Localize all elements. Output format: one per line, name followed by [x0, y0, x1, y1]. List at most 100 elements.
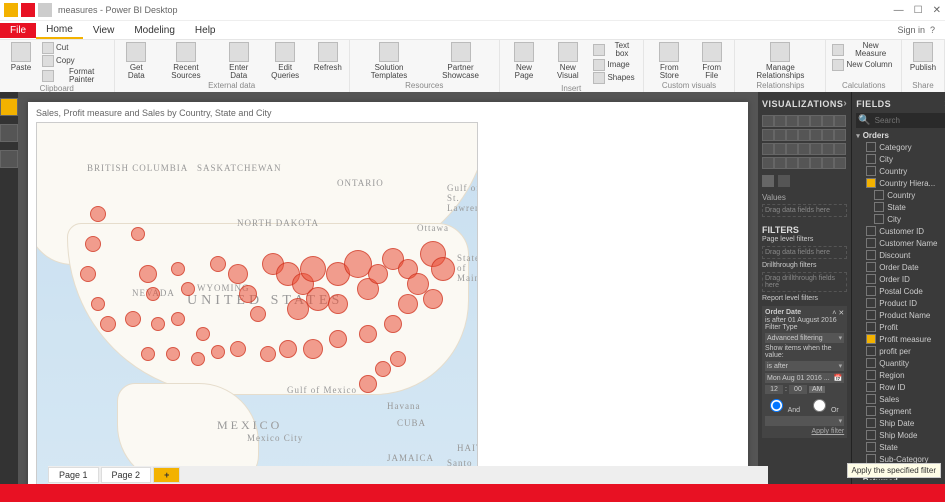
- visual-type-icon[interactable]: [834, 115, 846, 127]
- fields-search[interactable]: 🔍: [856, 113, 945, 128]
- map-bubble[interactable]: [211, 345, 225, 359]
- quick-access-toolbar[interactable]: [4, 3, 52, 17]
- filter-minute-input[interactable]: [789, 385, 807, 394]
- map-bubble[interactable]: [166, 347, 180, 361]
- filter-date-input[interactable]: Mon Aug 01 2016 ...📅: [765, 373, 844, 383]
- visual-type-icon[interactable]: [786, 129, 798, 141]
- map-visual[interactable]: BRITISH COLUMBIA SASKATCHEWAN ONTARIO Ot…: [36, 122, 478, 502]
- model-view-icon[interactable]: [0, 150, 18, 168]
- new-page-button[interactable]: New Page: [506, 42, 542, 80]
- visual-type-icon[interactable]: [822, 129, 834, 141]
- solution-templates-button[interactable]: Solution Templates: [356, 42, 423, 80]
- field-column[interactable]: Row ID: [856, 381, 945, 393]
- map-bubble[interactable]: [80, 266, 96, 282]
- map-bubble[interactable]: [384, 315, 402, 333]
- map-bubble[interactable]: [100, 316, 116, 332]
- map-bubble[interactable]: [390, 351, 406, 367]
- field-column[interactable]: profit per: [856, 345, 945, 357]
- filter-op-select[interactable]: is after▾: [765, 361, 844, 371]
- or-radio[interactable]: Or: [808, 396, 839, 414]
- report-view-icon[interactable]: [0, 98, 18, 116]
- map-bubble[interactable]: [328, 294, 348, 314]
- filter-op2-select[interactable]: ▾: [765, 416, 844, 426]
- visual-type-icon[interactable]: [786, 157, 798, 169]
- field-column[interactable]: Country: [856, 165, 945, 177]
- map-bubble[interactable]: [375, 361, 391, 377]
- add-page-button[interactable]: +: [153, 467, 180, 483]
- visual-type-icon[interactable]: [774, 143, 786, 155]
- map-bubble[interactable]: [260, 346, 276, 362]
- from-store-button[interactable]: From Store: [650, 42, 689, 80]
- visual-type-icon[interactable]: [834, 129, 846, 141]
- map-bubble[interactable]: [146, 287, 160, 301]
- field-column[interactable]: Segment: [856, 405, 945, 417]
- map-bubble[interactable]: [90, 206, 106, 222]
- visual-type-icon[interactable]: [762, 115, 774, 127]
- field-table[interactable]: Orders: [856, 130, 945, 141]
- field-column[interactable]: State: [856, 441, 945, 453]
- visual-type-icon[interactable]: [810, 143, 822, 155]
- maximize-icon[interactable]: ☐: [914, 5, 923, 16]
- enter-data-button[interactable]: Enter Data: [220, 42, 258, 80]
- manage-relationships-button[interactable]: Manage Relationships: [741, 42, 819, 80]
- visual-type-icon[interactable]: [798, 115, 810, 127]
- page-filters-dropzone[interactable]: Drag data fields here: [762, 246, 847, 259]
- field-column[interactable]: Country: [856, 189, 945, 201]
- map-bubble[interactable]: [329, 330, 347, 348]
- map-bubble[interactable]: [151, 317, 165, 331]
- visual-type-icon[interactable]: [810, 129, 822, 141]
- map-bubble[interactable]: [230, 341, 246, 357]
- map-bubble[interactable]: [131, 227, 145, 241]
- close-icon[interactable]: ✕: [933, 5, 941, 16]
- field-column[interactable]: Customer ID: [856, 225, 945, 237]
- report-canvas[interactable]: Sales, Profit measure and Sales by Count…: [18, 92, 758, 484]
- values-dropzone[interactable]: Drag data fields here: [762, 204, 847, 217]
- format-tab-icon[interactable]: [778, 175, 790, 187]
- apply-filter-link[interactable]: Apply filter: [765, 428, 844, 435]
- filter-hour-input[interactable]: [765, 385, 783, 394]
- paste-button[interactable]: Paste: [6, 42, 36, 72]
- new-measure-button[interactable]: New Measure: [832, 42, 895, 58]
- data-view-icon[interactable]: [0, 124, 18, 142]
- text-box-button[interactable]: Text box: [593, 42, 636, 58]
- map-bubble[interactable]: [181, 282, 195, 296]
- from-file-button[interactable]: From File: [695, 42, 728, 80]
- format-painter-button[interactable]: Format Painter: [42, 68, 108, 84]
- fields-tab-icon[interactable]: [762, 175, 774, 187]
- filter-type-select[interactable]: Advanced filtering▾: [765, 333, 844, 343]
- visual-type-icon[interactable]: [762, 129, 774, 141]
- visual-type-icon[interactable]: [810, 157, 822, 169]
- visual-type-icon[interactable]: [786, 115, 798, 127]
- map-bubble[interactable]: [359, 325, 377, 343]
- map-bubble[interactable]: [431, 257, 455, 281]
- visual-type-icon[interactable]: [798, 157, 810, 169]
- new-visual-button[interactable]: New Visual: [548, 42, 587, 80]
- visual-type-icon[interactable]: [822, 115, 834, 127]
- field-column[interactable]: Order ID: [856, 273, 945, 285]
- field-column[interactable]: Customer Name: [856, 237, 945, 249]
- field-column[interactable]: Ship Mode: [856, 429, 945, 441]
- map-bubble[interactable]: [423, 289, 443, 309]
- map-bubble[interactable]: [191, 352, 205, 366]
- map-bubble[interactable]: [279, 340, 297, 358]
- field-column[interactable]: Product ID: [856, 297, 945, 309]
- field-column[interactable]: Profit measure: [856, 333, 945, 345]
- field-column[interactable]: Quantity: [856, 357, 945, 369]
- map-bubble[interactable]: [210, 256, 226, 272]
- shapes-button[interactable]: Shapes: [593, 72, 636, 84]
- drill-filters-dropzone[interactable]: Drag drillthrough fields here: [762, 272, 847, 292]
- partner-showcase-button[interactable]: Partner Showcase: [428, 42, 492, 80]
- visual-type-icon[interactable]: [774, 115, 786, 127]
- map-bubble[interactable]: [239, 285, 257, 303]
- field-column[interactable]: Region: [856, 369, 945, 381]
- and-radio[interactable]: And: [765, 396, 800, 414]
- visual-type-icon[interactable]: [822, 157, 834, 169]
- copy-button[interactable]: Copy: [42, 55, 108, 67]
- field-column[interactable]: City: [856, 213, 945, 225]
- get-data-button[interactable]: Get Data: [121, 42, 152, 80]
- map-bubble[interactable]: [306, 287, 330, 311]
- map-bubble[interactable]: [250, 306, 266, 322]
- collapse-filter-icon[interactable]: ˄ ✕: [832, 309, 844, 317]
- visual-type-icon[interactable]: [774, 129, 786, 141]
- visual-type-icon[interactable]: [762, 157, 774, 169]
